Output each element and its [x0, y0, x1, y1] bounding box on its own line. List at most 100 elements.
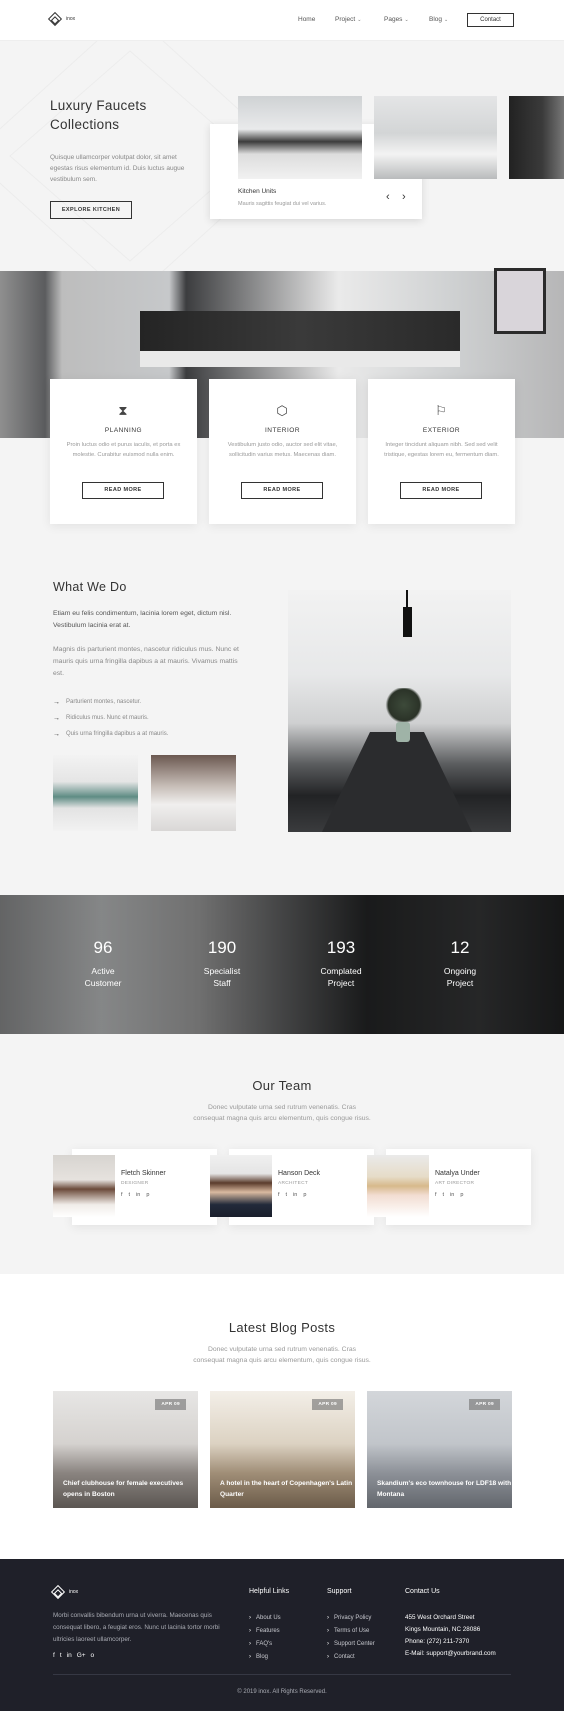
read-more-button[interactable]: READ MORE: [82, 482, 164, 499]
hourglass-icon: ⧗: [118, 403, 128, 418]
pinterest-icon[interactable]: p: [146, 1192, 149, 1198]
hero-text: Quisque ullamcorper volutpat dolor, sit …: [50, 154, 185, 183]
list-item: → Ridiculus mus. Nunc et mauris.: [53, 714, 149, 722]
kitchen-photo-3[interactable]: [509, 96, 564, 179]
footer-about-text: Morbi convallis bibendum urna ut viverra…: [53, 1612, 220, 1643]
read-more-button[interactable]: READ MORE: [241, 482, 323, 499]
twitter-icon[interactable]: t: [286, 1192, 288, 1198]
footer-logo[interactable]: inox: [50, 1584, 79, 1600]
blog-card[interactable]: APR 09 Skandium's eco townhouse for LDF1…: [367, 1391, 512, 1508]
stat-ongoing-project-label: Ongoing Project: [443, 966, 477, 988]
site-header: inox Home Project ⌄ Pages ⌄ Blog ⌄ Contact: [0, 0, 564, 41]
service-text: Proin luctus odio et purus iaculis, et p…: [66, 442, 181, 458]
contact-button[interactable]: Contact: [467, 13, 514, 27]
footer-link-faqs[interactable]: › FAQ's: [249, 1637, 281, 1650]
vase: [396, 722, 410, 742]
nav-project[interactable]: Project ⌄: [335, 16, 361, 23]
twitter-icon[interactable]: t: [129, 1192, 131, 1198]
linkedin-icon[interactable]: in: [293, 1192, 297, 1198]
blog-subtitle: Donec vulputate urna sed rutrum venenati…: [193, 1346, 371, 1364]
blog-post-title[interactable]: A hotel in the heart of Copenhagen's Lat…: [220, 1478, 355, 1500]
footer-link-blog[interactable]: › Blog: [249, 1650, 281, 1663]
service-title: PLANNING: [104, 427, 143, 434]
facebook-icon[interactable]: f: [121, 1192, 123, 1198]
facebook-icon[interactable]: f: [53, 1652, 55, 1659]
footer-social: f t in G+ o: [53, 1652, 94, 1659]
team-photo: [53, 1155, 115, 1217]
facebook-icon[interactable]: f: [278, 1192, 280, 1198]
facebook-icon[interactable]: f: [435, 1192, 437, 1198]
service-card-interior: ⬡ INTERIOR Vestibulum justo odio, auctor…: [209, 379, 356, 524]
blog-card[interactable]: APR 09 Chief clubhouse for female execut…: [53, 1391, 198, 1508]
arrow-right-icon: →: [53, 714, 60, 722]
footer-link-support-center[interactable]: › Support Center: [327, 1637, 375, 1650]
google-plus-icon[interactable]: G+: [77, 1652, 86, 1659]
stat-specialist-staff-value: 190: [207, 938, 237, 957]
footer-divider: [53, 1674, 511, 1675]
read-more-button[interactable]: READ MORE: [400, 482, 482, 499]
kitchen-photo-1[interactable]: [238, 96, 362, 179]
flag-icon: ⚐: [435, 403, 447, 418]
footer-link-features[interactable]: › Features: [249, 1624, 281, 1637]
team-title: Our Team: [252, 1078, 312, 1093]
kitchen-photo-2[interactable]: [374, 96, 497, 179]
team-social: f t in p: [435, 1192, 463, 1198]
hero-title: Luxury Faucets Collections: [50, 98, 147, 132]
team-card-fletch-skinner: Fletch Skinner DESIGNER f t in p: [53, 1149, 217, 1225]
blog-date-badge: APR 09: [155, 1399, 186, 1410]
diamond-logo-icon: [47, 11, 63, 27]
pendant-cord: [406, 590, 408, 607]
blog-card[interactable]: APR 09 A hotel in the heart of Copenhage…: [210, 1391, 355, 1508]
brand-name: inox: [66, 16, 76, 22]
nav-pages[interactable]: Pages ⌄: [384, 16, 409, 23]
chevron-right-icon[interactable]: ›: [402, 191, 406, 203]
chevron-down-icon: ⌄: [404, 17, 409, 23]
kitchen-card-title: Kitchen Units: [238, 188, 277, 195]
blog-post-title[interactable]: Chief clubhouse for female executives op…: [63, 1478, 198, 1500]
footer-link-about-us[interactable]: › About Us: [249, 1611, 281, 1624]
team-name: Fletch Skinner: [121, 1170, 166, 1177]
explore-kitchen-button[interactable]: EXPLORE KITCHEN: [50, 201, 132, 219]
footer-link-terms-of-use[interactable]: › Terms of Use: [327, 1624, 375, 1637]
contact-details: 455 West Orchard Street Kings Mountain, …: [405, 1612, 496, 1660]
footer-link-privacy-policy[interactable]: › Privacy Policy: [327, 1611, 375, 1624]
team-role: ARCHITECT: [278, 1181, 309, 1186]
list-item: → Quis urna fringilla dapibus a at mauris…: [53, 730, 169, 738]
linkedin-icon[interactable]: in: [450, 1192, 454, 1198]
nav-home[interactable]: Home: [298, 16, 315, 23]
blog-post-title[interactable]: Skandium's eco townhouse for LDF18 with …: [377, 1478, 512, 1500]
contact-phone[interactable]: Phone: (272) 211-7370: [405, 1636, 496, 1648]
logo[interactable]: inox: [47, 11, 76, 27]
blog-date-badge: APR 09: [469, 1399, 500, 1410]
what-we-do-title: What We Do: [53, 580, 127, 594]
chevron-right-icon: ›: [249, 1640, 251, 1647]
footer-link-contact[interactable]: › Contact: [327, 1650, 375, 1663]
contact-email[interactable]: E-Mail: support@yourbrand.com: [405, 1648, 496, 1660]
kitchen-thumbnail-2[interactable]: [151, 755, 236, 831]
diamond-logo-icon: [50, 1584, 66, 1600]
pinterest-icon[interactable]: p: [303, 1192, 306, 1198]
chevron-right-icon: ›: [327, 1614, 329, 1621]
pinterest-icon[interactable]: o: [91, 1652, 95, 1659]
plant: [384, 688, 424, 722]
chevron-left-icon[interactable]: ‹: [386, 191, 390, 203]
team-role: ART DIRECTOR: [435, 1181, 475, 1186]
chevron-right-icon: ›: [249, 1627, 251, 1634]
team-photo: [210, 1155, 272, 1217]
kitchen-card-subtitle: Mauris sagittis feugiat dui vel varius.: [238, 201, 327, 207]
nav-blog[interactable]: Blog ⌄: [429, 16, 448, 23]
chevron-right-icon: ›: [327, 1627, 329, 1634]
twitter-icon[interactable]: t: [443, 1192, 445, 1198]
arrow-right-icon: →: [53, 698, 60, 706]
footer-brand-name: inox: [69, 1589, 79, 1595]
copyright-text: © 2019 inox. All Rights Reserved.: [237, 1689, 327, 1695]
pinterest-icon[interactable]: p: [460, 1192, 463, 1198]
linkedin-icon[interactable]: in: [67, 1652, 72, 1659]
twitter-icon[interactable]: t: [60, 1652, 62, 1659]
service-card-planning: ⧗ PLANNING Proin luctus odio et purus ia…: [50, 379, 197, 524]
chevron-down-icon: ⌄: [444, 17, 449, 23]
stat-active-customer-value: 96: [93, 938, 113, 957]
linkedin-icon[interactable]: in: [136, 1192, 140, 1198]
kitchen-thumbnail-1[interactable]: [53, 755, 138, 831]
service-title: EXTERIOR: [422, 427, 461, 434]
